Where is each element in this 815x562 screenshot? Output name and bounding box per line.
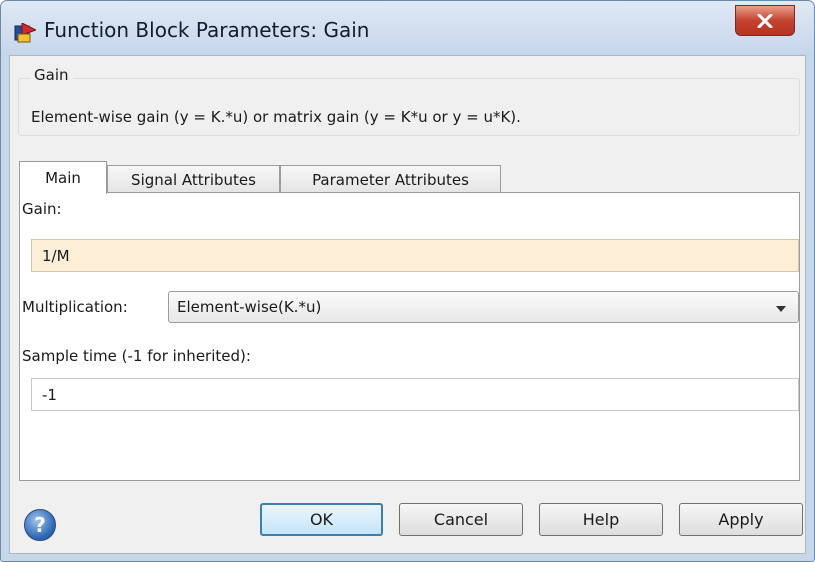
gain-input[interactable]: [31, 239, 799, 272]
tab-parameter-attributes[interactable]: Parameter Attributes: [280, 165, 501, 193]
tab-signal-attributes[interactable]: Signal Attributes: [107, 165, 280, 193]
block-description: Element-wise gain (y = K.*u) or matrix g…: [31, 108, 521, 126]
title-bar[interactable]: Function Block Parameters: Gain: [1, 1, 814, 55]
multiplication-label: Multiplication:: [22, 298, 128, 316]
ok-button[interactable]: OK: [260, 503, 383, 536]
close-button[interactable]: [735, 5, 795, 36]
simulink-block-icon: [14, 23, 36, 43]
sample-time-input[interactable]: [31, 378, 799, 411]
multiplication-select[interactable]: Element-wise(K.*u): [168, 291, 799, 323]
close-x-icon: [757, 13, 773, 28]
window-title: Function Block Parameters: Gain: [44, 18, 370, 42]
group-legend: Gain: [30, 66, 73, 84]
sample-time-label: Sample time (-1 for inherited):: [22, 347, 251, 365]
chevron-down-icon: [776, 306, 786, 312]
cancel-button[interactable]: Cancel: [399, 503, 523, 536]
help-question-icon[interactable]: ?: [24, 509, 56, 541]
multiplication-value: Element-wise(K.*u): [177, 298, 322, 316]
description-group: [18, 78, 800, 136]
help-button[interactable]: Help: [539, 503, 663, 536]
dialog-body: Gain Element-wise gain (y = K.*u) or mat…: [9, 55, 806, 554]
tab-main[interactable]: Main: [19, 161, 107, 194]
gain-label: Gain:: [22, 200, 62, 218]
apply-button[interactable]: Apply: [679, 503, 803, 536]
main-tab-panel: Gain: Multiplication: Element-wise(K.*u)…: [19, 192, 800, 481]
dialog-window: Function Block Parameters: Gain Gain Ele…: [0, 0, 815, 562]
